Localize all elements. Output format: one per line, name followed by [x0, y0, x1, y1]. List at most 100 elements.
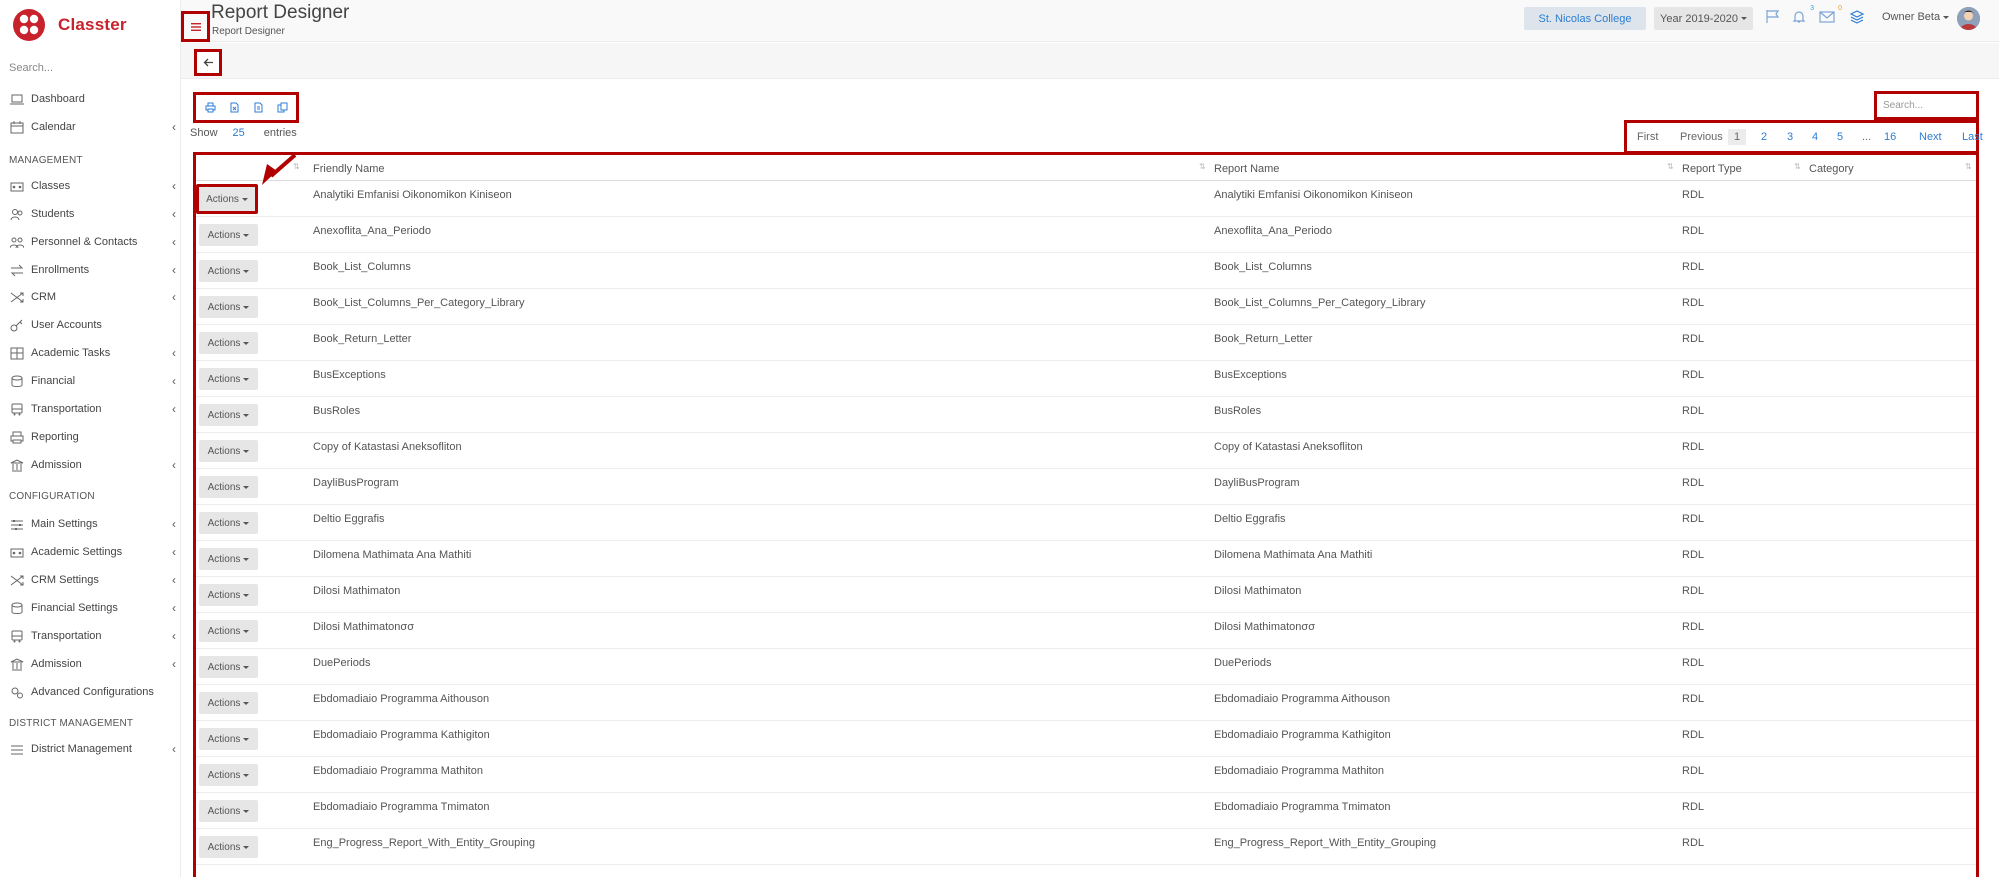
sidebar-item-main-settings[interactable]: Main Settings ‹ — [0, 514, 181, 534]
sidebar-item-financial[interactable]: Financial ‹ — [0, 371, 181, 391]
sidebar-item-reporting[interactable]: Reporting — [0, 427, 181, 447]
actions-button[interactable]: Actions — [199, 620, 258, 642]
page-next[interactable]: Next — [1919, 131, 1942, 143]
table-row[interactable]: Actions Deltio Eggrafis Deltio Eggrafis RDL — [196, 505, 1976, 541]
sidebar-item-crm-settings[interactable]: CRM Settings ‹ — [0, 570, 181, 590]
sort-icon[interactable]: ⇅ — [1667, 162, 1674, 171]
page-3[interactable]: 3 — [1787, 131, 1793, 143]
sidebar-item-transportation[interactable]: Transportation ‹ — [0, 626, 181, 646]
breadcrumb[interactable]: Report Designer — [212, 26, 285, 37]
table-row[interactable]: Actions Analytiki Emfanisi Oikonomikon Ki… — [196, 181, 1976, 217]
actions-button[interactable]: Actions — [199, 404, 258, 426]
table-row[interactable]: Actions Ebdomadiaio Programma Tmimaton Ebd… — [196, 793, 1976, 829]
user-menu[interactable]: Owner Beta — [1882, 11, 1950, 23]
sidebar-item-dashboard[interactable]: Dashboard — [0, 89, 181, 109]
mail-icon[interactable]: 0 — [1819, 5, 1842, 25]
sidebar-item-academic-tasks[interactable]: Academic Tasks ‹ — [0, 343, 181, 363]
page-first[interactable]: First — [1637, 131, 1658, 143]
page-previous[interactable]: Previous — [1680, 131, 1723, 143]
actions-button[interactable]: Actions — [199, 548, 258, 570]
column-report-type[interactable]: Report Type — [1682, 163, 1742, 175]
layers-icon[interactable] — [1849, 9, 1867, 25]
actions-button[interactable]: Actions — [199, 512, 258, 534]
table-row[interactable]: Actions Dilosi Mathimatonσσ Dilosi Mathima… — [196, 613, 1976, 649]
sort-icon[interactable]: ⇅ — [1199, 162, 1206, 171]
sort-icon[interactable]: ⇅ — [1794, 162, 1801, 171]
sidebar-item-admission[interactable]: Admission ‹ — [0, 654, 181, 674]
excel-export-icon[interactable] — [225, 99, 243, 117]
sidebar-item-crm[interactable]: CRM ‹ — [0, 287, 181, 307]
pdf-export-icon[interactable] — [249, 99, 267, 117]
key-icon — [9, 318, 25, 332]
actions-button[interactable]: Actions — [199, 260, 258, 282]
table-row[interactable]: Actions Dilomena Mathimata Ana Mathiti Dil… — [196, 541, 1976, 577]
grid-icon — [9, 346, 25, 360]
actions-button[interactable]: Actions — [199, 476, 258, 498]
sidebar-item-admission[interactable]: Admission ‹ — [0, 455, 181, 475]
actions-button[interactable]: Actions — [199, 836, 258, 858]
table-search-input[interactable] — [1877, 94, 1976, 117]
bell-icon[interactable]: 3 — [1791, 5, 1814, 25]
column-report-name[interactable]: Report Name — [1214, 163, 1279, 175]
actions-button[interactable]: Actions — [199, 800, 258, 822]
table-row[interactable]: Actions Ebdomadiaio Programma Mathiton Ebd… — [196, 757, 1976, 793]
sidebar-search-input[interactable] — [9, 60, 169, 76]
copy-icon[interactable] — [273, 99, 291, 117]
actions-button[interactable]: Actions — [196, 184, 258, 214]
actions-button[interactable]: Actions — [199, 440, 258, 462]
table-row[interactable]: Actions BusRoles BusRoles RDL — [196, 397, 1976, 433]
sidebar-item-students[interactable]: Students ‹ — [0, 204, 181, 224]
sidebar-item-academic-settings[interactable]: Academic Settings ‹ — [0, 542, 181, 562]
logo[interactable]: Classter — [12, 8, 127, 42]
menu-toggle-button[interactable] — [181, 11, 210, 42]
sidebar-item-personnel-contacts[interactable]: Personnel & Contacts ‹ — [0, 232, 181, 252]
table-row[interactable]: Actions Ebdomadiaio Programma Kathigiton E… — [196, 721, 1976, 757]
entries-select[interactable]: 25 — [233, 127, 245, 139]
column-friendly-name[interactable]: Friendly Name — [313, 163, 385, 175]
column-category[interactable]: Category — [1809, 163, 1854, 175]
table-row[interactable]: Actions Copy of Katastasi Aneksofliton Cop… — [196, 433, 1976, 469]
table-row[interactable]: Actions Book_List_Columns Book_List_Column… — [196, 253, 1976, 289]
actions-button[interactable]: Actions — [199, 764, 258, 786]
table-row[interactable]: Actions Dilosi Mathimaton Dilosi Mathimato… — [196, 577, 1976, 613]
chevron-left-icon: ‹ — [172, 742, 176, 756]
table-row[interactable]: Actions BusExceptions BusExceptions RDL — [196, 361, 1976, 397]
actions-button[interactable]: Actions — [199, 368, 258, 390]
actions-label: Actions — [207, 841, 241, 853]
page-5[interactable]: 5 — [1837, 131, 1843, 143]
actions-button[interactable]: Actions — [199, 296, 258, 318]
table-row[interactable]: Actions Anexoflita_Ana_Periodo Anexoflita_… — [196, 217, 1976, 253]
table-row[interactable]: Actions Book_Return_Letter Book_Return_Let… — [196, 325, 1976, 361]
page-4[interactable]: 4 — [1812, 131, 1818, 143]
table-row[interactable]: Actions Ebdomadiaio Programma Aithouson Eb… — [196, 685, 1976, 721]
year-selector[interactable]: Year 2019-2020 — [1654, 7, 1753, 30]
back-button[interactable] — [194, 49, 222, 76]
sidebar-item-enrollments[interactable]: Enrollments ‹ — [0, 260, 181, 280]
actions-button[interactable]: Actions — [199, 332, 258, 354]
college-selector[interactable]: St. Nicolas College — [1524, 7, 1646, 30]
actions-button[interactable]: Actions — [199, 224, 258, 246]
sidebar-item-district-management[interactable]: District Management ‹ — [0, 739, 181, 759]
page-16[interactable]: 16 — [1884, 131, 1896, 143]
sort-icon[interactable]: ⇅ — [1965, 162, 1972, 171]
avatar[interactable] — [1957, 7, 1980, 30]
sidebar-item-user-accounts[interactable]: User Accounts — [0, 315, 181, 335]
sidebar-item-advanced-configurations[interactable]: Advanced Configurations — [0, 682, 181, 702]
print-icon[interactable] — [201, 99, 219, 117]
sidebar-item-transportation[interactable]: Transportation ‹ — [0, 399, 181, 419]
actions-button[interactable]: Actions — [199, 584, 258, 606]
page-last[interactable]: Last — [1962, 131, 1983, 143]
table-row[interactable]: Actions Eng_Progress_Report_With_Entity_G… — [196, 829, 1976, 865]
flag-icon[interactable] — [1765, 9, 1783, 25]
table-row[interactable]: Actions Book_List_Columns_Per_Category_Li… — [196, 289, 1976, 325]
table-row[interactable]: Actions DuePeriods DuePeriods RDL — [196, 649, 1976, 685]
sidebar-item-classes[interactable]: Classes ‹ — [0, 176, 181, 196]
table-row[interactable]: Actions DayliBusProgram DayliBusProgram RDL — [196, 469, 1976, 505]
actions-button[interactable]: Actions — [199, 692, 258, 714]
page-2[interactable]: 2 — [1761, 131, 1767, 143]
actions-button[interactable]: Actions — [199, 656, 258, 678]
actions-button[interactable]: Actions — [199, 728, 258, 750]
sidebar-item-calendar[interactable]: Calendar ‹ — [0, 117, 181, 137]
sidebar-item-financial-settings[interactable]: Financial Settings ‹ — [0, 598, 181, 618]
page-1[interactable]: 1 — [1728, 129, 1747, 145]
